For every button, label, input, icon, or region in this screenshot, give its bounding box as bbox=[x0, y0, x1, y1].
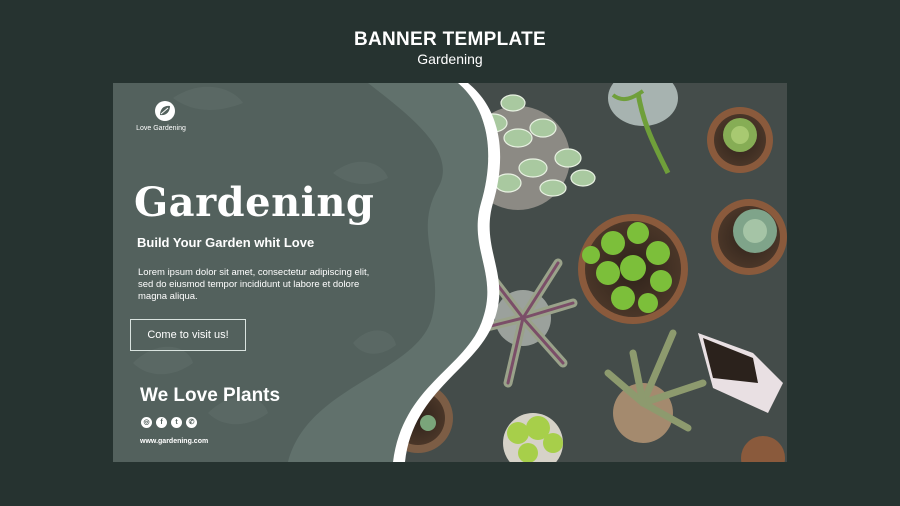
twitter-icon[interactable]: t bbox=[171, 417, 182, 428]
visit-us-button[interactable]: Come to visit us! bbox=[130, 319, 246, 351]
facebook-icon[interactable]: f bbox=[156, 417, 167, 428]
social-links: ◎ f t ✆ bbox=[141, 417, 197, 428]
website-link[interactable]: www.gardening.com bbox=[140, 438, 208, 445]
brand-name: Love Gardening bbox=[136, 125, 186, 132]
banner-body-text: Lorem ipsum dolor sit amet, consectetur … bbox=[138, 267, 370, 302]
whatsapp-icon[interactable]: ✆ bbox=[186, 417, 197, 428]
banner-tagline: We Love Plants bbox=[140, 385, 281, 406]
instagram-icon[interactable]: ◎ bbox=[141, 417, 152, 428]
leaf-icon bbox=[155, 101, 175, 121]
banner-title: Gardening bbox=[134, 179, 375, 226]
page-header: BANNER TEMPLATE Gardening bbox=[0, 30, 900, 68]
gardening-banner: Love Gardening Gardening Build Your Gard… bbox=[113, 83, 787, 462]
banner-subtitle: Build Your Garden whit Love bbox=[137, 235, 315, 250]
header-title: BANNER TEMPLATE bbox=[353, 29, 547, 50]
header-subtitle: Gardening bbox=[417, 51, 483, 67]
brand-logo: Love Gardening bbox=[135, 100, 195, 132]
